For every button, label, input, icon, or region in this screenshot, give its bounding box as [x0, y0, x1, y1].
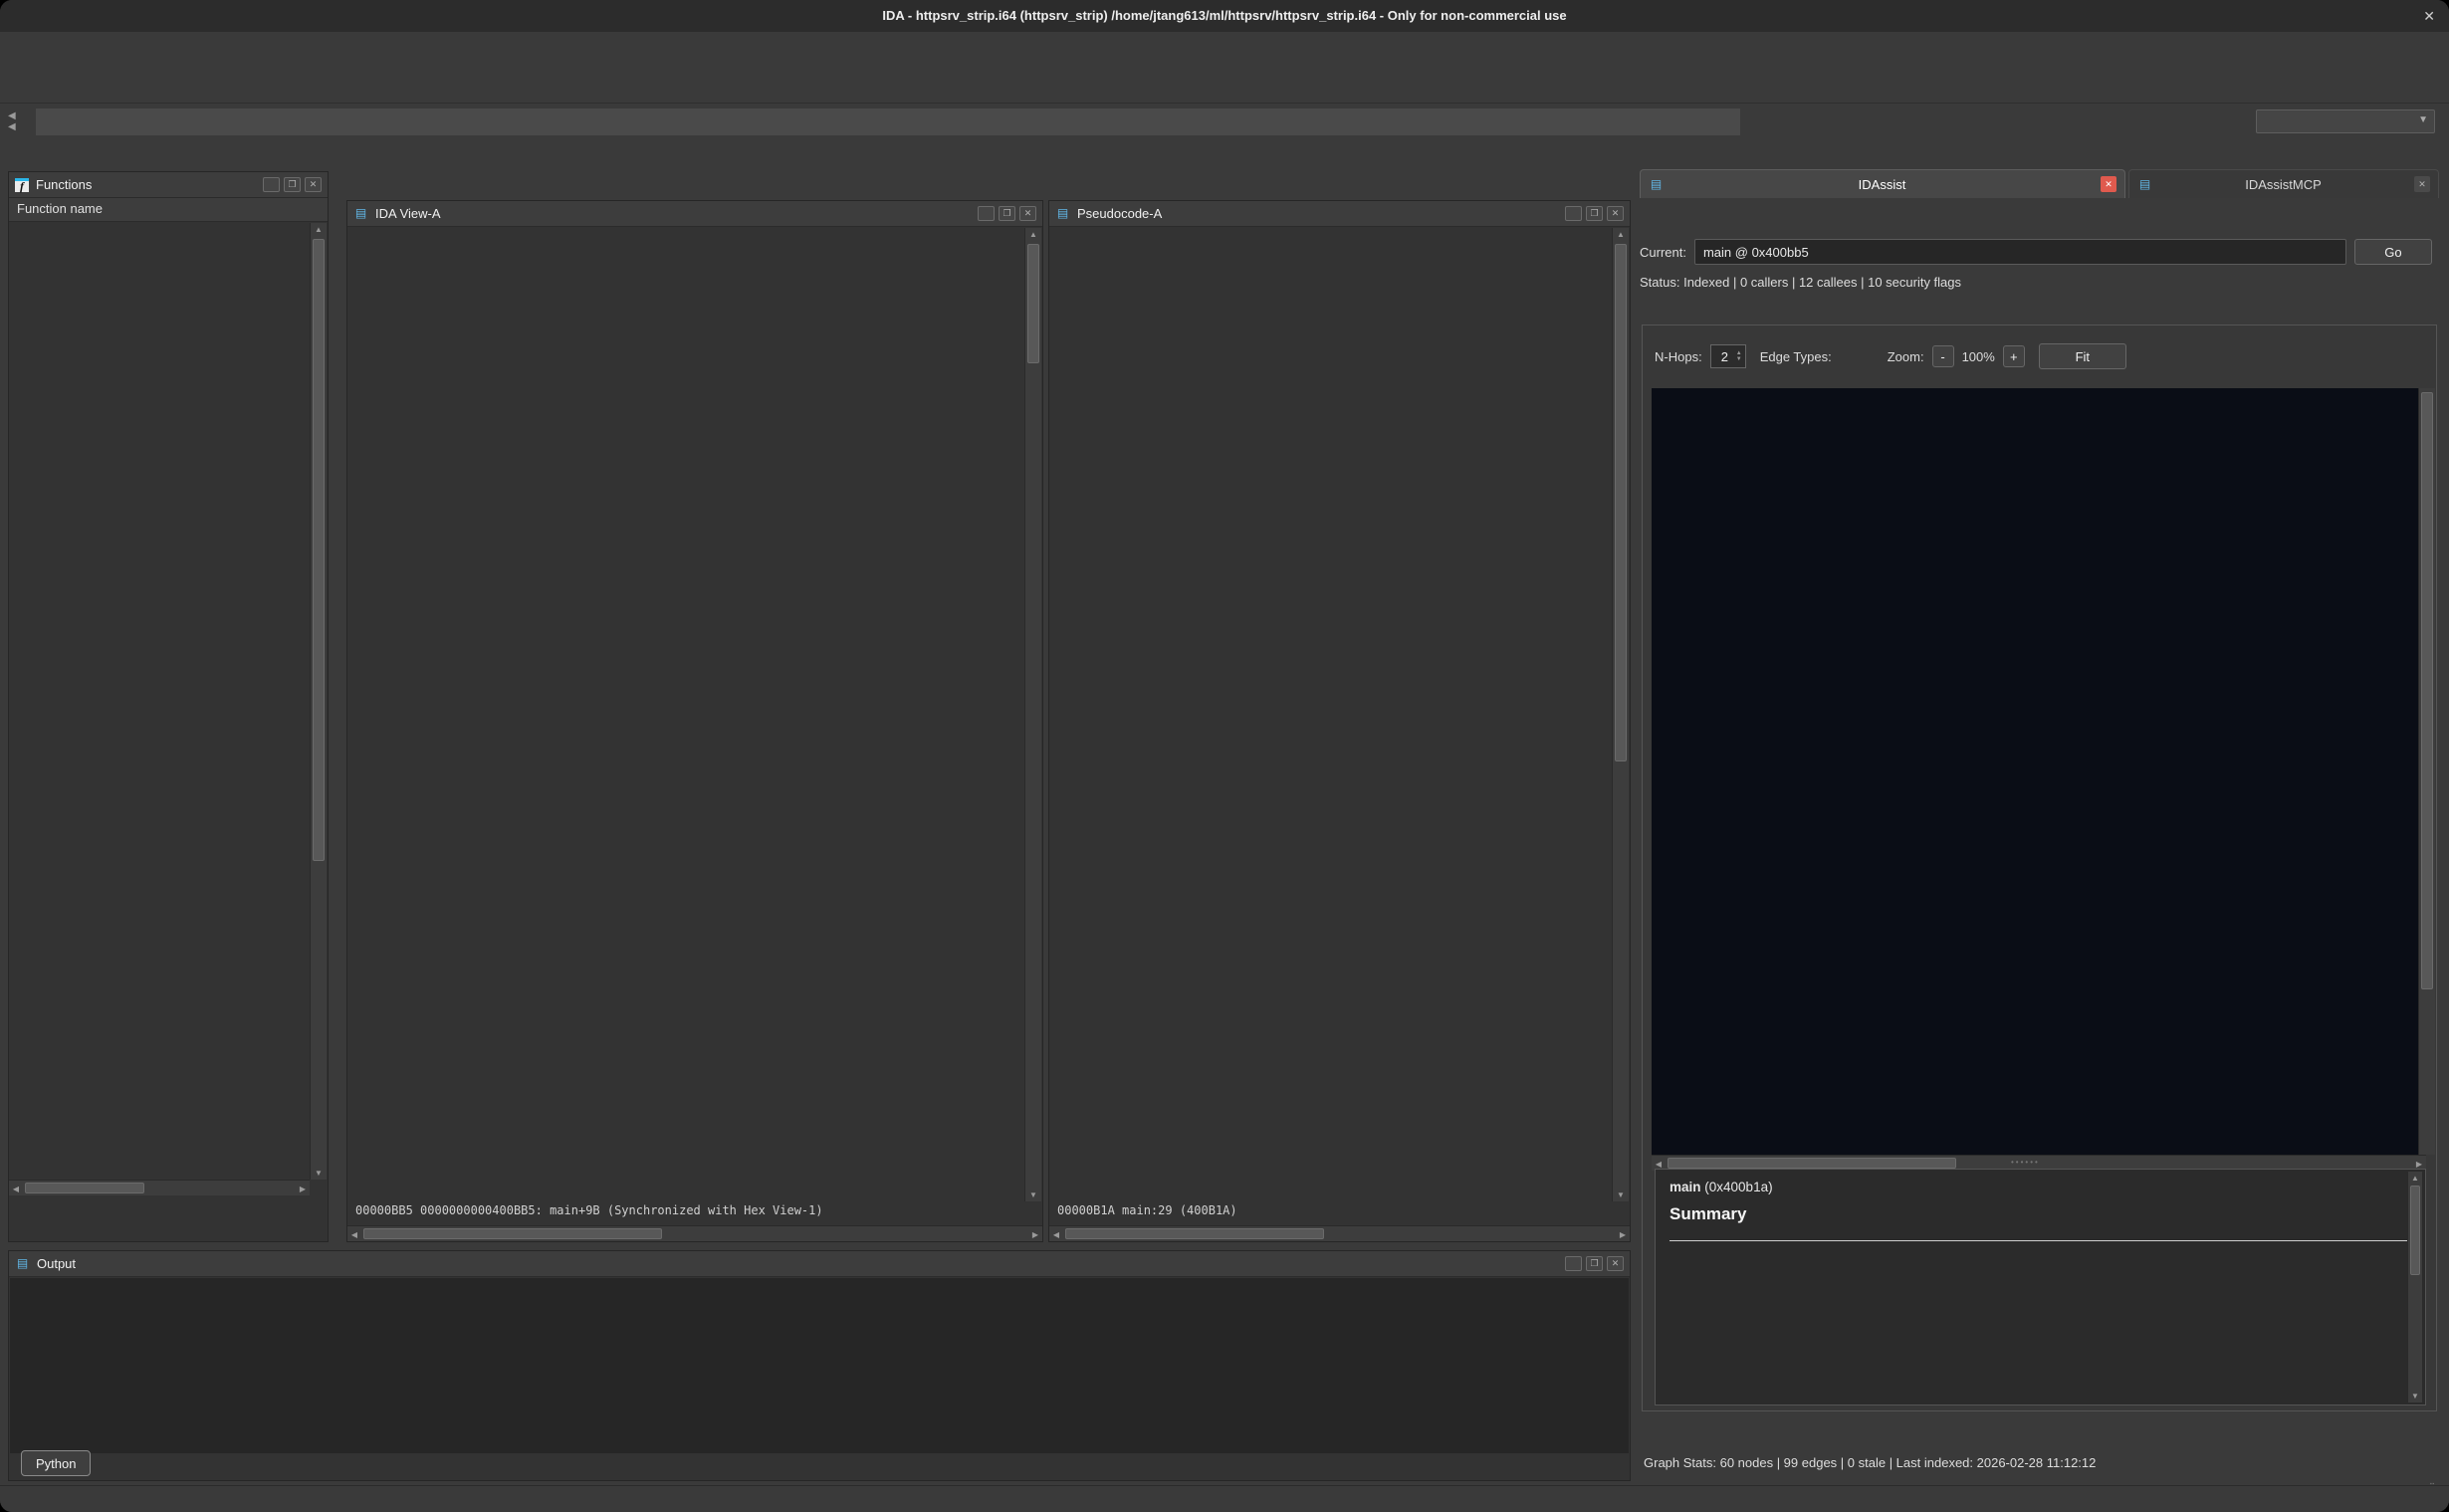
- scroll-thumb[interactable]: [25, 1183, 144, 1193]
- index-status: Status: Indexed | 0 callers | 12 callees…: [1640, 275, 1961, 290]
- output-title: ▤ Output ❐ ✕: [9, 1251, 1630, 1277]
- tab-label: IDAssist: [1664, 177, 2101, 192]
- functions-panel: f Functions ❐✕ Function name ▲ ▼ ◀ ▶: [8, 171, 329, 1242]
- nhops-label: N-Hops:: [1655, 349, 1702, 364]
- functions-title-label: Functions: [36, 177, 92, 192]
- band-scroll-left-icon[interactable]: ◀◀: [8, 110, 16, 132]
- function-list: [9, 223, 310, 1180]
- scroll-right-icon[interactable]: ▶: [298, 1185, 308, 1193]
- pseudo-vscrollbar[interactable]: ▲ ▼: [1612, 228, 1629, 1201]
- graph-toolbar: N-Hops: 2▲▼ Edge Types: Zoom: - 100% + F…: [1655, 343, 2126, 369]
- close-icon[interactable]: ✕: [305, 177, 322, 192]
- output-icon: ▤: [15, 1256, 30, 1271]
- pseudocode-listing[interactable]: [1049, 228, 1614, 1201]
- restore-icon[interactable]: ❐: [1586, 1256, 1603, 1271]
- scroll-up-icon[interactable]: ▲: [311, 225, 327, 234]
- output-panel: ▤ Output ❐ ✕ Python: [8, 1250, 1631, 1481]
- close-icon[interactable]: ✕: [2423, 0, 2435, 32]
- go-button[interactable]: Go: [2354, 239, 2432, 265]
- disassembly-listing[interactable]: [347, 228, 1026, 1201]
- close-icon[interactable]: ✕: [1019, 206, 1036, 221]
- close-icon[interactable]: ✕: [1607, 1256, 1624, 1271]
- python-tab-button[interactable]: Python: [21, 1450, 91, 1476]
- navigation-band-row: ◀◀ ▼: [0, 107, 2449, 137]
- graph-vscrollbar[interactable]: [2418, 388, 2435, 1155]
- function-icon: f: [15, 178, 29, 192]
- minimize-icon[interactable]: [1565, 206, 1582, 221]
- ida-view-title: ▤ IDA View-A ❐ ✕: [347, 201, 1042, 227]
- listing-icon: ▤: [353, 206, 368, 221]
- window-title: IDA - httpsrv_strip.i64 (httpsrv_strip) …: [882, 8, 1566, 23]
- current-row: Current: main @ 0x400bb5 Go: [1640, 239, 2439, 265]
- menu-bar: [0, 38, 2449, 68]
- tab-idassist[interactable]: ▤ IDAssist ✕: [1640, 169, 2125, 198]
- zoom-in-button[interactable]: +: [2003, 345, 2025, 367]
- close-tab-icon[interactable]: ✕: [2414, 176, 2430, 192]
- scroll-down-icon[interactable]: ▼: [311, 1169, 327, 1178]
- ida-window: IDA - httpsrv_strip.i64 (httpsrv_strip) …: [0, 0, 2449, 1512]
- close-tab-icon[interactable]: ✕: [2101, 176, 2116, 192]
- current-label: Current:: [1640, 245, 1686, 260]
- function-detail-pane: main (0x400b1a) Summary: [1655, 1169, 2426, 1405]
- zoom-value: 100%: [1962, 349, 1995, 364]
- functions-panel-title: f Functions ❐✕: [9, 172, 328, 198]
- functions-vscrollbar[interactable]: ▲ ▼: [310, 223, 327, 1180]
- scroll-left-icon[interactable]: ◀: [11, 1185, 21, 1193]
- ida-view-title-label: IDA View-A: [375, 206, 441, 221]
- filter-icon: ▼: [2418, 114, 2428, 125]
- pseudo-hscrollbar[interactable]: ◀ ▶: [1049, 1225, 1630, 1241]
- detail-function-header: main (0x400b1a): [1670, 1180, 2425, 1194]
- panel-icon: ▤: [2137, 177, 2152, 192]
- current-input[interactable]: main @ 0x400bb5: [1694, 239, 2346, 265]
- zoom-out-button[interactable]: -: [1932, 345, 1954, 367]
- scroll-thumb[interactable]: [313, 239, 325, 861]
- fit-button[interactable]: Fit: [2039, 343, 2126, 369]
- zoom-label: Zoom:: [1888, 349, 1924, 364]
- disasm-hscrollbar[interactable]: ◀ ▶: [347, 1225, 1042, 1241]
- graph-stats: Graph Stats: 60 nodes | 99 edges | 0 sta…: [1644, 1455, 2096, 1470]
- minimize-icon[interactable]: [263, 177, 280, 192]
- detail-vscrollbar[interactable]: ▲ ▼: [2407, 1172, 2422, 1403]
- toolbar: [0, 72, 2449, 104]
- pseudocode-panel: ▤ Pseudocode-A ❐ ✕ ▲ ▼ 00000B1A main:29 (…: [1048, 200, 1631, 1242]
- nhops-stepper[interactable]: 2▲▼: [1710, 344, 1746, 368]
- functions-hscrollbar[interactable]: ◀ ▶: [9, 1180, 310, 1195]
- tab-label: IDAssistMCP: [2152, 177, 2414, 192]
- minimize-icon[interactable]: [1565, 1256, 1582, 1271]
- pseudocode-title: ▤ Pseudocode-A ❐ ✕: [1049, 201, 1630, 227]
- panel-icon: ▤: [1649, 177, 1664, 192]
- pseudocode-title-label: Pseudocode-A: [1077, 206, 1162, 221]
- listing-icon: ▤: [1055, 206, 1070, 221]
- restore-icon[interactable]: ❐: [999, 206, 1015, 221]
- summary-heading: Summary: [1670, 1204, 2425, 1224]
- function-name-header[interactable]: Function name: [9, 198, 328, 222]
- index-status-text: Status: Indexed | 0 callers | 12 callees…: [1640, 275, 1961, 290]
- output-title-label: Output: [37, 1256, 76, 1271]
- close-icon[interactable]: ✕: [1607, 206, 1624, 221]
- navigation-band[interactable]: [36, 108, 1740, 135]
- tab-idassistmcp[interactable]: ▤ IDAssistMCP ✕: [2128, 169, 2439, 198]
- graph-box: N-Hops: 2▲▼ Edge Types: Zoom: - 100% + F…: [1642, 324, 2437, 1411]
- disasm-vscrollbar[interactable]: ▲ ▼: [1024, 228, 1041, 1201]
- semantic-graph-canvas[interactable]: [1652, 388, 2426, 1155]
- idassist-tabs: ▤ IDAssist ✕ ▤ IDAssistMCP ✕: [1640, 169, 2439, 198]
- restore-icon[interactable]: ❐: [284, 177, 301, 192]
- output-log[interactable]: [10, 1278, 1629, 1453]
- idassist-panel: ▤ IDAssist ✕ ▤ IDAssistMCP ✕ Current: ma…: [1638, 169, 2441, 1501]
- edge-types-label: Edge Types:: [1760, 349, 1832, 364]
- title-bar: IDA - httpsrv_strip.i64 (httpsrv_strip) …: [0, 0, 2449, 32]
- band-filter-dropdown[interactable]: ▼: [2256, 109, 2435, 133]
- pseudo-status: 00000B1A main:29 (400B1A): [1049, 1203, 1630, 1223]
- splitter-handle[interactable]: ••••••: [2011, 1158, 2040, 1167]
- restore-icon[interactable]: ❐: [1586, 206, 1603, 221]
- status-bar: [0, 1485, 2449, 1512]
- panel-window-buttons: ❐✕: [263, 177, 322, 192]
- minimize-icon[interactable]: [978, 206, 995, 221]
- ida-view-panel: ▤ IDA View-A ❐ ✕ ▲ ▼ 00000BB5 00000000004…: [346, 200, 1043, 1242]
- disasm-status: 00000BB5 0000000000400BB5: main+9B (Sync…: [347, 1203, 1042, 1223]
